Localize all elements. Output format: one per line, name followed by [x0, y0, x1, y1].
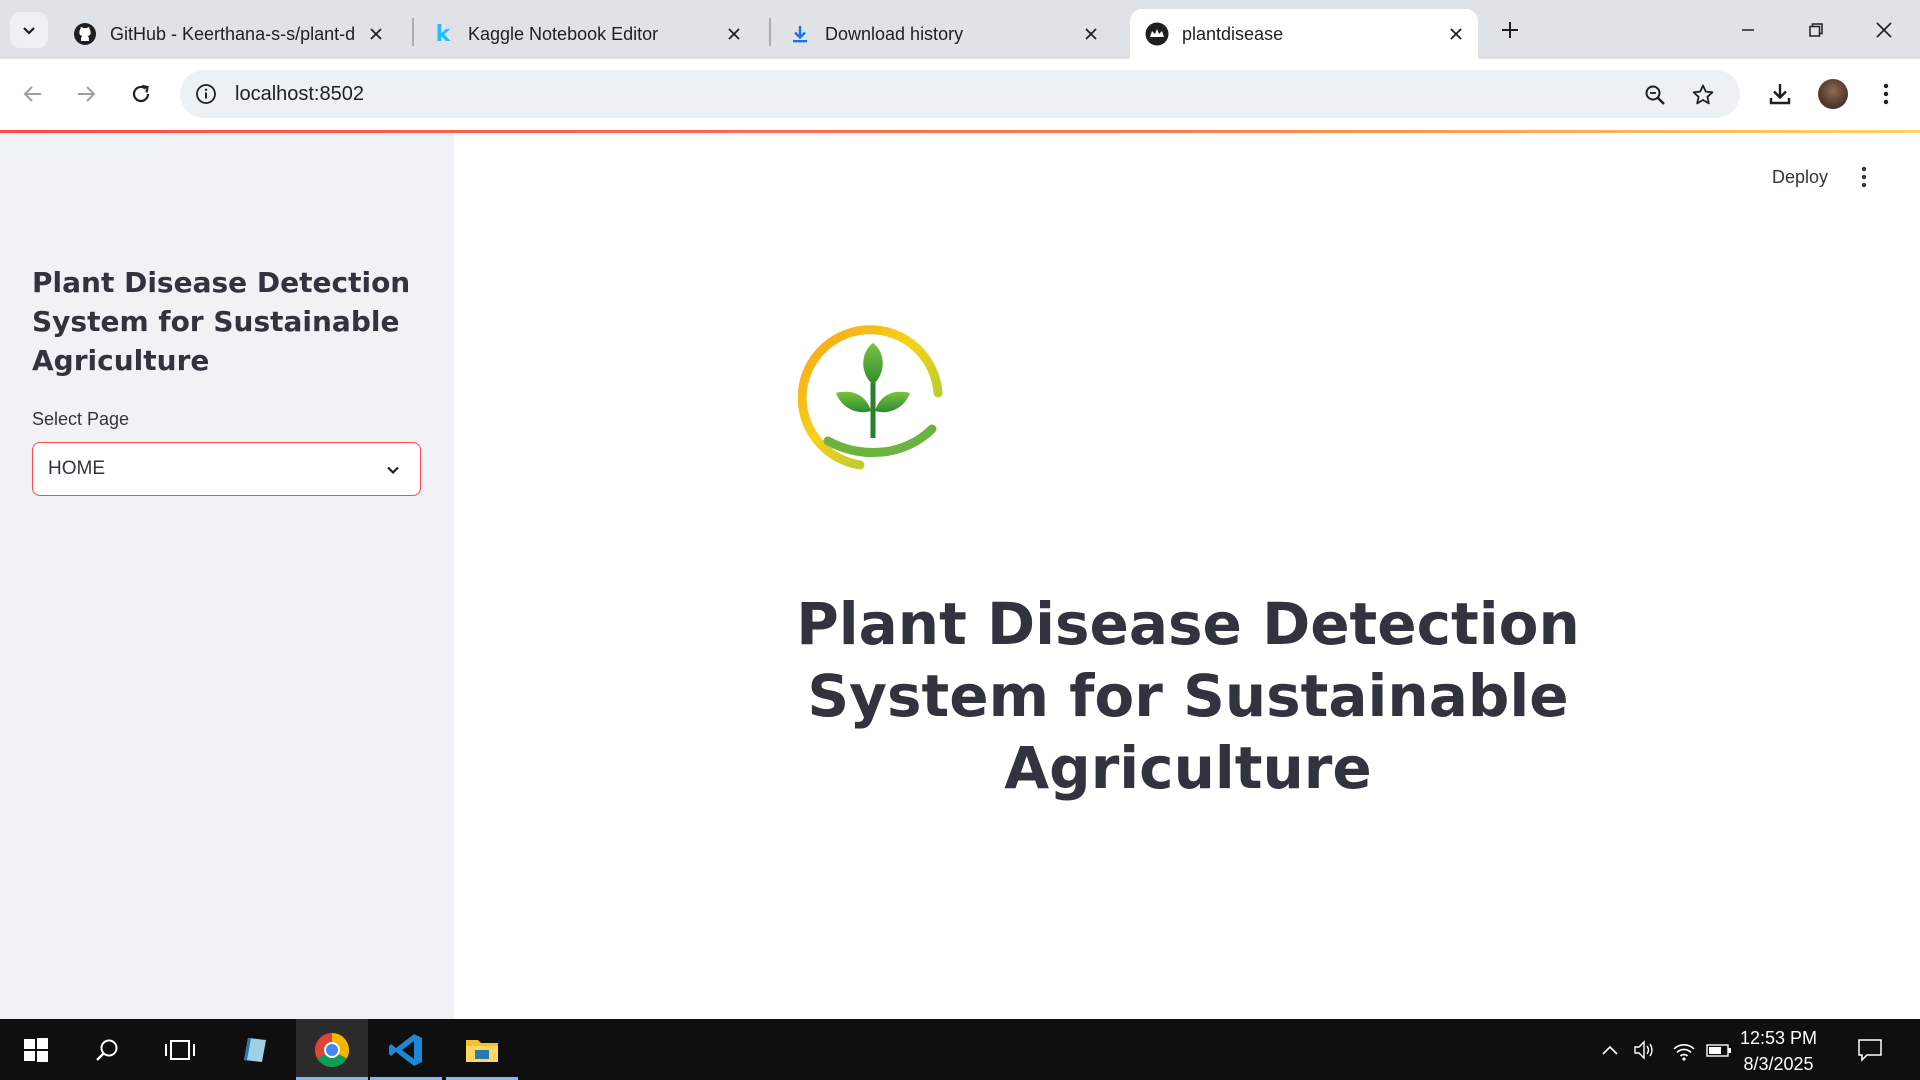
vscode-icon[interactable] [370, 1019, 442, 1080]
bookmark-star-icon[interactable] [1687, 79, 1719, 111]
close-icon [1876, 21, 1892, 38]
profile-button[interactable] [1813, 74, 1853, 114]
windows-taskbar: 12:53 PM 8/3/2025 [0, 1019, 1920, 1080]
forward-button[interactable] [64, 72, 108, 116]
avatar [1818, 79, 1848, 109]
back-button[interactable] [11, 72, 55, 116]
reload-icon [132, 84, 150, 103]
browser-menu-button[interactable] [1866, 74, 1906, 114]
close-tab-icon[interactable] [1077, 20, 1105, 48]
browser-tabstrip: GitHub - Keerthana-s-s/plant-d k Kaggle … [0, 0, 1920, 59]
select-page-label: Select Page [32, 409, 130, 429]
kebab-menu-icon [1883, 83, 1889, 105]
plant-hand-logo [798, 325, 943, 470]
tab-search-button[interactable] [10, 12, 48, 48]
start-icon[interactable] [0, 1019, 72, 1080]
select-page-value: HOME [48, 458, 105, 479]
tab-kaggle[interactable]: k Kaggle Notebook Editor [416, 9, 756, 59]
arrow-right-icon [78, 86, 96, 102]
restore-icon [1809, 22, 1823, 37]
reload-button[interactable] [119, 72, 163, 116]
sidebar-title: Plant Disease Detection System for Susta… [32, 266, 411, 377]
minimize-icon [1742, 28, 1754, 31]
close-tab-icon[interactable] [720, 20, 748, 48]
restore-button[interactable] [1782, 0, 1850, 59]
deploy-button[interactable]: Deploy [1772, 167, 1828, 188]
tab-title: Kaggle Notebook Editor [468, 23, 659, 44]
wifi-icon[interactable] [1670, 1036, 1698, 1064]
new-tab-button[interactable] [1492, 12, 1528, 48]
file-explorer-icon[interactable] [446, 1019, 518, 1080]
notifications-icon[interactable] [1856, 1036, 1884, 1064]
plus-icon [1502, 22, 1518, 38]
zoom-icon[interactable] [1639, 79, 1671, 111]
select-page-dropdown[interactable]: HOME [32, 442, 421, 496]
chevron-down-icon [23, 27, 35, 35]
page-title: Plant Disease Detection System for Susta… [796, 590, 1580, 802]
chevron-down-icon [382, 459, 404, 481]
sidebar: Plant Disease Detection System for Susta… [0, 133, 454, 1019]
main-content: Deploy Plant Disease Detection System fo… [454, 133, 1920, 1019]
tab-separator [769, 18, 771, 46]
chevron-up-icon[interactable] [1596, 1036, 1624, 1064]
streamlit-icon [1144, 21, 1170, 47]
task-view-icon[interactable] [144, 1019, 216, 1080]
search-icon[interactable] [72, 1019, 144, 1080]
minimize-button[interactable] [1714, 0, 1782, 59]
tab-title: GitHub - Keerthana-s-s/plant-d [110, 23, 356, 44]
tab-github[interactable]: GitHub - Keerthana-s-s/plant-d [58, 9, 398, 59]
tab-title: plantdisease [1182, 23, 1284, 44]
chrome-icon[interactable] [296, 1019, 368, 1080]
address-bar[interactable]: localhost:8502 [180, 70, 1740, 118]
app-menu-button[interactable] [1850, 163, 1878, 191]
kaggle-icon: k [435, 21, 451, 47]
volume-icon[interactable] [1631, 1036, 1659, 1064]
battery-icon[interactable] [1705, 1036, 1733, 1064]
close-tab-icon[interactable] [362, 20, 390, 48]
url-text[interactable]: localhost:8502 [235, 83, 364, 106]
github-icon [72, 21, 98, 47]
arrow-left-icon [23, 86, 41, 102]
system-clock[interactable]: 12:53 PM 8/3/2025 [1740, 1025, 1817, 1077]
tab-separator [412, 18, 414, 46]
kebab-menu-icon [1861, 166, 1867, 188]
notepad-icon[interactable] [218, 1019, 290, 1080]
download-icon [787, 21, 813, 47]
download-icon [1769, 84, 1791, 105]
clock-time: 12:53 PM [1740, 1028, 1818, 1048]
tab-title: Download history [825, 23, 964, 44]
tab-plantdisease[interactable]: plantdisease [1130, 9, 1478, 59]
browser-toolbar: localhost:8502 [0, 59, 1920, 130]
site-info-icon[interactable] [194, 82, 218, 106]
close-tab-icon[interactable] [1442, 20, 1470, 48]
downloads-button[interactable] [1760, 74, 1800, 114]
tab-download-history[interactable]: Download history [773, 9, 1113, 59]
close-window-button[interactable] [1850, 0, 1918, 59]
clock-date: 8/3/2025 [1743, 1054, 1814, 1074]
